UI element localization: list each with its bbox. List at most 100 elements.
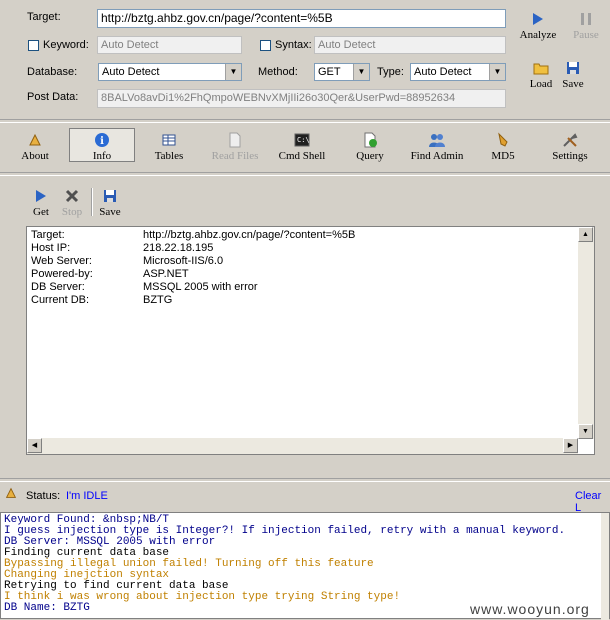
target-input[interactable]: http://bztg.ahbz.gov.cn/page/?content=%5… [97, 9, 506, 28]
toolbar-query-label: Query [356, 150, 384, 162]
method-label: Method: [258, 66, 298, 78]
clear-log-link[interactable]: Clear L [575, 490, 610, 514]
scroll-right-button[interactable]: ▶ [563, 438, 578, 453]
scroll-left-button[interactable]: ◀ [27, 438, 42, 453]
horizontal-scrollbar[interactable]: ◀ ▶ [27, 438, 578, 454]
toolbar-read-files-button[interactable]: Read Files [202, 132, 268, 162]
info-icon: i [95, 133, 109, 147]
info-value: 218.22.18.195 [143, 242, 214, 254]
toolbar-tables-label: Tables [154, 150, 184, 162]
analyze-label: Analyze [519, 29, 557, 41]
target-label: Target: [27, 11, 61, 23]
syntax-checkbox[interactable] [260, 40, 271, 51]
postdata-label: Post Data: [27, 91, 79, 103]
analyze-button[interactable]: Analyze [514, 11, 562, 41]
floppy-disk-icon [104, 190, 116, 202]
scroll-down-button[interactable]: ▼ [578, 424, 593, 439]
toolbar-cmd-shell-button[interactable]: C:\ Cmd Shell [272, 132, 332, 162]
toolbar-md5-button[interactable]: MD5 [488, 132, 518, 162]
toolbar-about-label: About [21, 150, 49, 162]
keyword-input[interactable]: Auto Detect [97, 36, 242, 54]
status-label: Status: [26, 490, 61, 502]
status-icon [5, 487, 17, 498]
pause-icon [581, 13, 591, 25]
play-icon [36, 190, 46, 202]
stop-label: Stop [61, 206, 83, 218]
keyword-checkbox[interactable] [28, 40, 39, 51]
info-value: Microsoft-IIS/6.0 [143, 255, 224, 267]
chevron-down-icon[interactable]: ▼ [353, 64, 369, 80]
toolbar-settings-button[interactable]: Settings [543, 132, 597, 162]
pause-label: Pause [573, 29, 599, 41]
info-key: Host IP: [31, 242, 71, 254]
svg-text:i: i [100, 136, 104, 147]
toolbar-info-label: Info [92, 150, 112, 162]
info-key: Powered-by: [31, 268, 93, 280]
stop-button[interactable]: Stop [58, 188, 86, 218]
log-vertical-scrollbar[interactable] [601, 513, 609, 620]
close-icon [65, 189, 79, 203]
scroll-up-button[interactable]: ▲ [578, 227, 593, 242]
play-icon [533, 13, 543, 25]
pause-button[interactable]: Pause [566, 11, 606, 41]
chevron-down-icon[interactable]: ▼ [489, 64, 505, 80]
file-icon [229, 132, 241, 148]
toolbar-md5-label: MD5 [491, 150, 515, 162]
folder-open-icon [533, 63, 549, 75]
postdata-input[interactable]: 8BALVo8avDi1%2FhQmpoWEBNvXMjIIi26o30Qer&… [97, 89, 506, 108]
toolbar-read-files-label: Read Files [211, 150, 259, 162]
toolbar-about-button[interactable]: About [14, 132, 56, 162]
type-select[interactable]: Auto Detect ▼ [410, 63, 506, 81]
database-label: Database: [27, 66, 78, 78]
toolbar-info-button[interactable]: i Info [69, 128, 135, 162]
get-button[interactable]: Get [28, 188, 54, 218]
info-key: Target: [31, 229, 65, 241]
method-select[interactable]: GET ▼ [314, 63, 370, 81]
database-select[interactable]: Auto Detect ▼ [98, 63, 242, 81]
type-label: Type: [377, 66, 404, 78]
load-label: Load [529, 78, 553, 90]
vertical-scrollbar[interactable]: ▲ ▼ [578, 227, 594, 439]
log-line: DB Name: BZTG [4, 602, 90, 614]
save-top-button[interactable]: Save [558, 60, 588, 90]
toolbar-cmd-shell-label: Cmd Shell [278, 150, 326, 162]
toolbar-query-button[interactable]: Query [350, 132, 390, 162]
table-icon [162, 134, 176, 146]
watermark: www.wooyun.org [470, 601, 590, 617]
keyword-label: Keyword: [43, 39, 89, 51]
floppy-disk-icon [567, 62, 579, 74]
terminal-icon: C:\ [294, 133, 310, 147]
info-key: DB Server: [31, 281, 85, 293]
divider [0, 478, 610, 482]
info-value: http://bztg.ahbz.gov.cn/page/?content=%5… [143, 229, 356, 241]
toolbar-find-admin-label: Find Admin [410, 150, 464, 162]
divider [0, 119, 610, 123]
status-value: I'm IDLE [66, 490, 108, 502]
save-info-button[interactable]: Save [96, 188, 124, 218]
save-top-label: Save [562, 78, 584, 90]
syntax-label: Syntax: [275, 39, 312, 51]
md5-icon [498, 132, 508, 147]
method-select-value: GET [318, 66, 341, 78]
toolbar-separator [91, 188, 93, 216]
toolbar-find-admin-button[interactable]: Find Admin [402, 132, 472, 162]
load-button[interactable]: Load [526, 60, 556, 90]
query-icon [364, 132, 377, 148]
chevron-down-icon[interactable]: ▼ [225, 64, 241, 80]
about-icon [29, 133, 41, 146]
info-value: ASP.NET [143, 268, 189, 280]
tools-icon [563, 133, 578, 147]
users-icon [429, 134, 445, 147]
type-select-value: Auto Detect [414, 66, 472, 78]
divider [0, 172, 610, 176]
save-info-label: Save [99, 206, 121, 218]
database-select-value: Auto Detect [102, 66, 160, 78]
info-value: MSSQL 2005 with error [143, 281, 258, 293]
info-key: Current DB: [31, 294, 90, 306]
toolbar-tables-button[interactable]: Tables [146, 132, 192, 162]
toolbar-settings-label: Settings [552, 150, 588, 162]
svg-text:C:\: C:\ [297, 136, 310, 144]
syntax-input[interactable]: Auto Detect [314, 36, 506, 54]
info-value: BZTG [143, 294, 173, 306]
info-panel: Target: http://bztg.ahbz.gov.cn/page/?con… [26, 226, 595, 455]
